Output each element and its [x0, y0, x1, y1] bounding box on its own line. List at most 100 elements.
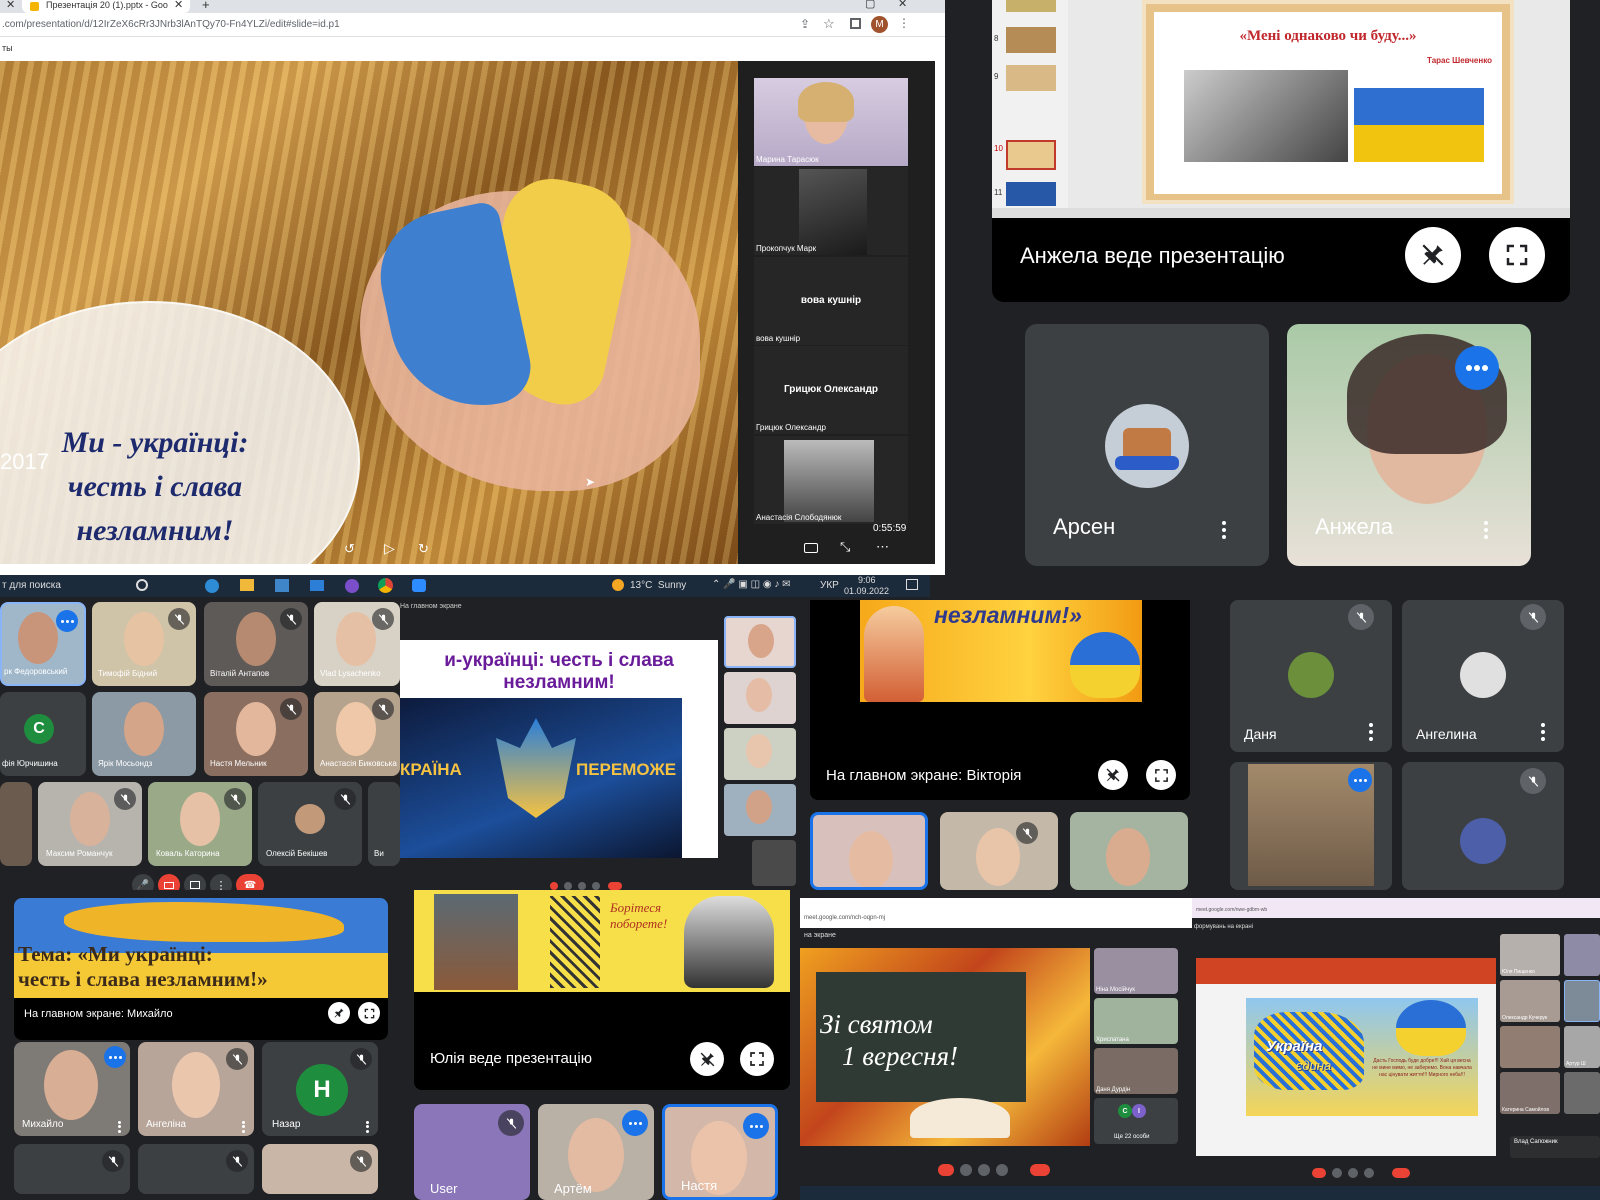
url-text[interactable]: meet.google.com/nwe-gdbm-wb: [1196, 907, 1267, 913]
more-options-button[interactable]: [112, 1120, 126, 1134]
participant-tile[interactable]: Олександр Кучерук: [1500, 980, 1560, 1022]
participant-tile[interactable]: Олексій Бекішев: [258, 782, 362, 866]
more-options-button[interactable]: [1479, 520, 1493, 540]
thumb-selected[interactable]: [1006, 140, 1056, 170]
url-text[interactable]: .com/presentation/d/12IrZeX6cRr3JNrb3lAn…: [2, 19, 340, 30]
control-dot[interactable]: [960, 1164, 972, 1176]
participant-tile[interactable]: Настя Мельник: [204, 692, 308, 776]
close-left-icon[interactable]: ✕: [6, 0, 15, 11]
edge-icon[interactable]: [205, 579, 219, 593]
explorer-icon[interactable]: [240, 579, 254, 591]
forward-30-icon[interactable]: ↻: [418, 541, 429, 557]
participant-tile[interactable]: C I Ще 22 особи: [1094, 1098, 1178, 1144]
participant-tile[interactable]: [262, 1144, 378, 1194]
unpin-button[interactable]: [1098, 760, 1128, 790]
hangup-control[interactable]: [938, 1164, 954, 1176]
participant-tile[interactable]: Артур Ш: [1564, 1026, 1600, 1068]
participant-tile[interactable]: [1070, 812, 1188, 890]
participant-tile[interactable]: User: [414, 1104, 530, 1200]
mic-off-control[interactable]: [550, 882, 558, 890]
more-options-button[interactable]: [236, 1120, 250, 1134]
cortana-icon[interactable]: [136, 579, 148, 591]
unpin-button[interactable]: [690, 1042, 724, 1076]
participant-tile[interactable]: Віталій Антапов: [204, 602, 308, 686]
control-dot[interactable]: [1364, 1168, 1374, 1178]
taskbar-search[interactable]: т для поиска: [2, 580, 61, 591]
participant-tile[interactable]: Настя: [662, 1104, 778, 1200]
star-icon[interactable]: ☆: [823, 16, 835, 32]
participant-tile[interactable]: Катерина Самойлов: [1500, 1072, 1560, 1114]
participant-tile[interactable]: Юля Пищенко: [1500, 934, 1560, 976]
participant-tile[interactable]: [940, 812, 1058, 890]
collapse-icon[interactable]: ⤡: [840, 539, 850, 555]
participant-tile[interactable]: [810, 812, 928, 890]
thumb[interactable]: [1006, 0, 1056, 12]
tab-close-icon[interactable]: ✕: [174, 0, 183, 11]
participant-tile[interactable]: Анжела: [1287, 324, 1531, 566]
profile-avatar[interactable]: M: [871, 16, 888, 33]
chrome-icon[interactable]: [378, 578, 393, 593]
viber-icon[interactable]: [345, 579, 359, 593]
control-dot[interactable]: [978, 1164, 990, 1176]
unpin-button[interactable]: [1405, 227, 1461, 283]
fullscreen-button[interactable]: [358, 1002, 380, 1024]
notifications-icon[interactable]: [906, 579, 918, 590]
participant-tile[interactable]: [724, 616, 796, 668]
menu-dots-icon[interactable]: ⋮: [898, 16, 910, 30]
fullscreen-button[interactable]: [740, 1042, 774, 1076]
hangup-control[interactable]: [1392, 1168, 1410, 1178]
more-options-button[interactable]: [1536, 722, 1550, 742]
participant-tile[interactable]: [1402, 762, 1564, 890]
share-icon[interactable]: ⇪: [800, 17, 810, 31]
participant-tile[interactable]: Даня Дурдін: [1094, 1048, 1178, 1094]
participant-tile[interactable]: рк Федоровський: [0, 602, 86, 686]
new-tab-icon[interactable]: +: [202, 0, 210, 12]
participant-tile[interactable]: Анастасія Слободянюк: [754, 436, 908, 524]
control-dot[interactable]: [1348, 1168, 1358, 1178]
thumb[interactable]: [1006, 182, 1056, 206]
participant-tile[interactable]: [752, 840, 796, 886]
control-dot[interactable]: [996, 1164, 1008, 1176]
participant-tile[interactable]: [1564, 980, 1600, 1022]
participant-tile[interactable]: Михайло: [14, 1042, 130, 1136]
hangup-control[interactable]: [1312, 1168, 1326, 1178]
participant-tile[interactable]: Vlad Lysachenko: [314, 602, 400, 686]
bookmark-item[interactable]: ты: [2, 43, 13, 53]
participant-tile[interactable]: Прокопчук Марк: [754, 167, 908, 255]
participant-tile[interactable]: Анастасія Биковська: [314, 692, 400, 776]
participant-tile[interactable]: [1564, 934, 1600, 976]
fullscreen-button[interactable]: [1489, 227, 1545, 283]
window-close-icon[interactable]: ✕: [898, 0, 907, 10]
zoom-icon[interactable]: [412, 579, 426, 592]
keyboard-lang[interactable]: УКР: [820, 580, 839, 591]
more-options-button[interactable]: [1217, 520, 1231, 540]
more-options-button[interactable]: [1364, 722, 1378, 742]
participant-tile[interactable]: [0, 782, 32, 866]
control-dot[interactable]: [564, 882, 572, 890]
participant-tile[interactable]: [1500, 1026, 1560, 1068]
participant-tile[interactable]: Коваль Каторина: [148, 782, 252, 866]
participant-tile[interactable]: C фія Юрчишина: [0, 692, 86, 776]
play-icon[interactable]: ▷: [384, 540, 395, 557]
participant-tile[interactable]: вова кушнір вова кушнір: [754, 257, 908, 345]
fullscreen-button[interactable]: [1146, 760, 1176, 790]
participant-tile[interactable]: [1230, 762, 1392, 890]
more-icon[interactable]: ⋯: [876, 539, 889, 555]
control-dot[interactable]: [592, 882, 600, 890]
url-text[interactable]: meet.google.com/nch-oqpn-mj: [804, 915, 885, 921]
hangup-control[interactable]: [1030, 1164, 1050, 1176]
participant-tile[interactable]: [724, 672, 796, 724]
notification-toast[interactable]: Влад Сапожник: [1510, 1136, 1600, 1158]
participant-tile[interactable]: Хриспатана: [1094, 998, 1178, 1044]
participant-tile[interactable]: Ангеліна: [138, 1042, 254, 1136]
thumb[interactable]: [1006, 65, 1056, 91]
participant-tile[interactable]: Марина Тарасюк: [754, 78, 908, 166]
participant-tile[interactable]: Арсен: [1025, 324, 1269, 566]
participant-tile[interactable]: Грицюк Олександр Грицюк Олександр: [754, 346, 908, 434]
participant-tile[interactable]: [1564, 1072, 1600, 1114]
control-dot[interactable]: [578, 882, 586, 890]
participant-tile[interactable]: [14, 1144, 130, 1194]
store-icon[interactable]: [275, 579, 289, 592]
participant-tile[interactable]: Ніна Мосійчук: [1094, 948, 1178, 994]
caption-icon[interactable]: [804, 543, 818, 553]
